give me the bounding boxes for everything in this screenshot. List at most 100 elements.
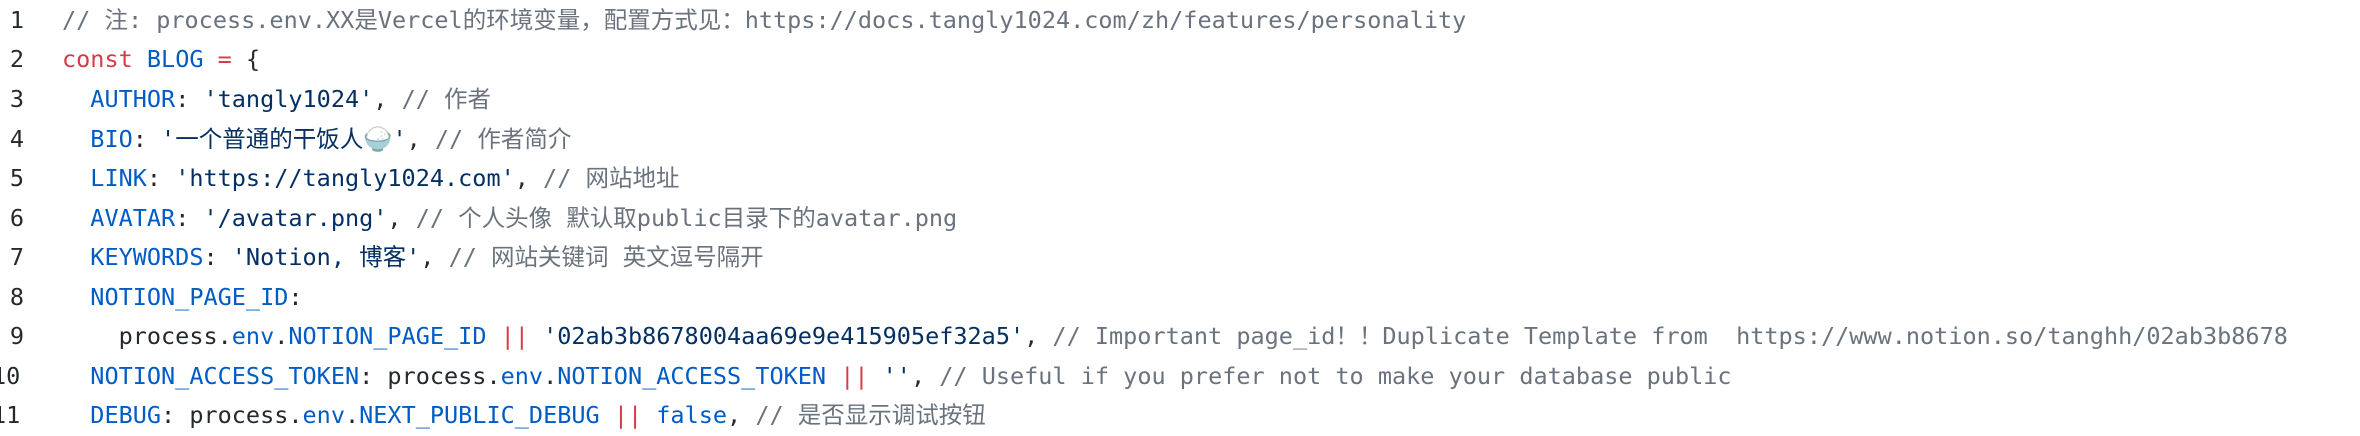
code-token: , (1024, 322, 1053, 350)
code-line[interactable]: 10 NOTION_ACCESS_TOKEN: process.env.NOTI… (0, 356, 2360, 396)
code-token: . (543, 362, 558, 390)
code-token: BLOG (146, 45, 204, 73)
code-token: // 网站关键词 英文逗号隔开 (448, 243, 764, 271)
code-token: AUTHOR (90, 85, 176, 113)
code-text: LINK: 'https://tangly1024.com', // 网站地址 (62, 158, 680, 198)
code-token: process. (62, 322, 232, 350)
code-text: DEBUG: process.env.NEXT_PUBLIC_DEBUG || … (62, 395, 986, 435)
line-number: 9 (9, 322, 24, 350)
code-token: || (500, 322, 529, 350)
code-text: const BLOG = { (62, 39, 260, 79)
code-token: : (288, 283, 303, 311)
code-token: 'https://tangly1024.com' (175, 164, 515, 192)
code-line[interactable]: 4 BIO: '一个普通的干饭人🍚', // 作者简介 (0, 119, 2360, 159)
code-line[interactable]: 5 LINK: 'https://tangly1024.com', // 网站地… (0, 158, 2360, 198)
code-token: , (373, 85, 402, 113)
code-line[interactable]: 3 AUTHOR: 'tangly1024', // 作者 (0, 79, 2360, 119)
code-token: false (656, 401, 728, 429)
line-number: 6 (9, 204, 24, 232)
code-token: : process. (359, 362, 501, 390)
code-token: env (500, 362, 544, 390)
code-token: , (420, 243, 449, 271)
line-number: 8 (9, 283, 24, 311)
line-number: 10 (0, 362, 21, 390)
code-token: , (387, 204, 416, 232)
code-token: NOTION_PAGE_ID (90, 283, 289, 311)
code-token: // Useful if you prefer not to make your… (939, 362, 1732, 390)
code-line[interactable]: 11 DEBUG: process.env.NEXT_PUBLIC_DEBUG … (0, 395, 2360, 435)
code-token: env (231, 322, 275, 350)
code-text: BIO: '一个普通的干饭人🍚', // 作者简介 (62, 119, 571, 159)
code-line[interactable]: 1 // 注: process.env.XX是Vercel的环境变量，配置方式见：… (0, 0, 2360, 40)
code-editor[interactable]: 1 // 注: process.env.XX是Vercel的环境变量，配置方式见：… (0, 0, 2360, 436)
code-token: // 是否显示调试按钮 (755, 401, 986, 429)
code-token: '' (882, 362, 911, 390)
code-token: : (203, 243, 232, 271)
code-token: env (302, 401, 345, 429)
code-text: NOTION_ACCESS_TOKEN: process.env.NOTION_… (62, 356, 1732, 396)
code-token: // 个人头像 默认取public目录下的avatar.png (415, 204, 958, 232)
code-text: AVATAR: '/avatar.png', // 个人头像 默认取public… (62, 198, 957, 238)
code-token: DEBUG (90, 401, 162, 429)
code-line[interactable]: 6 AVATAR: '/avatar.png', // 个人头像 默认取publ… (0, 198, 2360, 238)
code-token: NOTION_PAGE_ID (288, 322, 487, 350)
code-token: // Important page_id！！Duplicate Template… (1052, 322, 2288, 350)
line-number: 7 (9, 243, 24, 271)
code-token: : process. (161, 401, 303, 429)
code-token: // 作者简介 (434, 125, 572, 153)
code-text: NOTION_PAGE_ID: (62, 277, 303, 317)
code-token: , (910, 362, 940, 390)
code-token: '/avatar.png' (203, 204, 388, 232)
code-token: = (217, 45, 232, 73)
code-token: BIO (90, 125, 133, 153)
code-token: NEXT_PUBLIC_DEBUG (359, 401, 600, 429)
code-token: 'Notion, 博客' (231, 243, 421, 271)
line-number: 11 (0, 401, 21, 429)
code-text: process.env.NOTION_PAGE_ID || '02ab3b867… (62, 316, 2288, 356)
code-token: : (146, 164, 176, 192)
line-number: 5 (9, 164, 24, 192)
code-text: // 注: process.env.XX是Vercel的环境变量，配置方式见：h… (62, 0, 1466, 40)
code-token: NOTION_ACCESS_TOKEN (90, 362, 360, 390)
code-token: , (514, 164, 544, 192)
line-number: 4 (9, 125, 24, 153)
code-token: : (175, 85, 204, 113)
code-token: const (62, 45, 133, 73)
code-token: '一个普通的干饭人🍚' (161, 125, 407, 153)
line-number: 1 (9, 6, 24, 34)
code-token: KEYWORDS (90, 243, 204, 271)
code-token: AVATAR (90, 204, 176, 232)
code-token: : (132, 125, 162, 153)
code-token: . (274, 322, 289, 350)
code-line[interactable]: 7 KEYWORDS: 'Notion, 博客', // 网站关键词 英文逗号隔… (0, 237, 2360, 277)
code-text: AUTHOR: 'tangly1024', // 作者 (62, 79, 491, 119)
code-token: LINK (90, 164, 147, 192)
code-token: 'tangly1024' (203, 85, 374, 113)
code-token: '02ab3b8678004aa69e9e415905ef32a5' (543, 322, 1025, 350)
code-token: { (231, 45, 261, 73)
code-token: // 注: process.env.XX是Vercel的环境变量，配置方式见：h… (62, 6, 1467, 34)
code-token: || (613, 401, 643, 429)
code-token: . (344, 401, 360, 429)
code-line[interactable]: 2 const BLOG = { (0, 39, 2360, 79)
code-line[interactable]: 8 NOTION_PAGE_ID: (0, 277, 2360, 317)
code-token: NOTION_ACCESS_TOKEN (557, 362, 827, 390)
line-number: 3 (9, 85, 24, 113)
code-line[interactable]: 9 process.env.NOTION_PAGE_ID || '02ab3b8… (0, 316, 2360, 356)
code-token: // 网站地址 (543, 164, 680, 192)
